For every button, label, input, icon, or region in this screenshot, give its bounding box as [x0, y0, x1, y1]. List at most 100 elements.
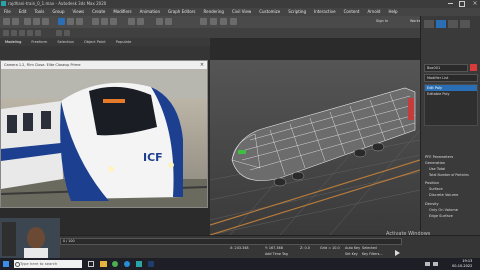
app-logo-icon	[1, 1, 6, 6]
menu-customize[interactable]: Customize	[255, 8, 284, 16]
select-by-name-icon[interactable]	[67, 18, 74, 25]
edge-icon[interactable]	[124, 261, 130, 267]
title-bar: rajdhani-train_0_1.max - Autodesk 3ds Ma…	[0, 0, 480, 8]
tab-selection[interactable]: Selection	[52, 38, 79, 46]
menu-views[interactable]: Views	[69, 8, 89, 16]
y-coordinate[interactable]: Y: 167.368	[265, 246, 283, 250]
select-icon[interactable]	[58, 18, 65, 25]
tab-freeform[interactable]: Freeform	[26, 38, 52, 46]
chrome-icon[interactable]	[112, 261, 118, 267]
auto-key-button[interactable]: Auto Key	[345, 246, 360, 250]
menu-modifiers[interactable]: Modifiers	[109, 8, 135, 16]
rect-select-icon[interactable]	[76, 18, 83, 25]
curve-editor-icon[interactable]	[27, 30, 33, 36]
photoshop-icon[interactable]	[148, 261, 154, 267]
teapot-icon[interactable]	[64, 30, 70, 36]
link-icon[interactable]	[24, 18, 31, 25]
position-label: Position	[425, 181, 439, 185]
slate-icon[interactable]	[56, 30, 62, 36]
volume-icon[interactable]	[433, 262, 438, 266]
key-filters-button[interactable]: Key Filters...	[362, 252, 383, 256]
taskbar-clock[interactable]: 19:13 00-10-2022	[452, 259, 472, 268]
snap-icon[interactable]	[128, 18, 135, 25]
menu-arnold[interactable]: Arnold	[363, 8, 384, 16]
bind-icon[interactable]	[42, 18, 49, 25]
angle-snap-icon[interactable]	[137, 18, 144, 25]
render-frame-icon[interactable]	[230, 18, 237, 25]
menu-edit[interactable]: Edit	[15, 8, 31, 16]
menu-content[interactable]: Content	[340, 8, 364, 16]
density-label: Density	[425, 202, 439, 206]
menu-graph-editors[interactable]: Graph Editors	[164, 8, 199, 16]
toggle-ribbon-icon[interactable]	[19, 30, 25, 36]
render-setup-icon[interactable]	[210, 18, 217, 25]
x-coordinate[interactable]: X: 243.348	[230, 246, 249, 250]
set-key-button[interactable]: Set Key	[345, 252, 358, 256]
rotate-icon[interactable]	[101, 18, 108, 25]
task-view-icon[interactable]	[88, 261, 94, 267]
render-icon[interactable]	[220, 18, 227, 25]
volume-option[interactable]: Discrete Volume	[429, 193, 458, 197]
taskbar-search-input[interactable]: Type here to search	[14, 260, 82, 268]
tab-object-paint[interactable]: Object Paint	[79, 38, 111, 46]
unlink-icon[interactable]	[33, 18, 40, 25]
minimize-icon[interactable]	[448, 3, 453, 4]
align-icon[interactable]	[165, 18, 172, 25]
reference-close-icon[interactable]: ×	[199, 62, 205, 68]
pfe-rollout-title[interactable]: PFE Parameters	[425, 155, 453, 159]
menu-tools[interactable]: Tools	[30, 8, 48, 16]
timeline-bar: 0 / 100 X: 243.348 Y: 167.368 Z: 0.0 Gri…	[0, 235, 480, 259]
search-icon	[15, 262, 20, 267]
3ds-max-icon[interactable]	[136, 261, 142, 267]
move-icon[interactable]	[92, 18, 99, 25]
hierarchy-tab-icon[interactable]	[448, 20, 458, 28]
only-on-volume-option[interactable]: Only On Volume	[429, 208, 458, 212]
menu-civil-view[interactable]: Civil View	[228, 8, 255, 16]
z-coordinate[interactable]: Z: 0.0	[300, 246, 310, 250]
sign-in-button[interactable]: Sign In	[376, 19, 388, 23]
menu-animation[interactable]: Animation	[136, 8, 164, 16]
presenter-face	[0, 218, 60, 258]
motion-tab-icon[interactable]	[460, 20, 470, 28]
ribbon-tabs: Modeling Freeform Selection Object Paint…	[0, 38, 210, 46]
menu-group[interactable]: Group	[48, 8, 68, 16]
play-icon[interactable]	[395, 250, 400, 256]
network-icon	[425, 262, 430, 266]
surface-option[interactable]: Surface	[429, 187, 443, 191]
redo-icon[interactable]	[12, 18, 19, 25]
menu-help[interactable]: Help	[384, 8, 401, 16]
layer-icon[interactable]	[3, 30, 9, 36]
activate-windows-watermark: Activate Windows	[386, 231, 431, 237]
menu-interactive[interactable]: Interactive	[310, 8, 340, 16]
edge-surface-option[interactable]: Edge Surface	[429, 214, 453, 218]
modifier-list-dropdown[interactable]: Modifier List	[424, 74, 478, 82]
modify-tab-icon[interactable]	[436, 20, 446, 28]
undo-icon[interactable]	[3, 18, 10, 25]
windows-start-icon[interactable]	[3, 261, 9, 267]
stack-item-editable-poly[interactable]: Editable Poly	[425, 91, 477, 97]
maximize-icon[interactable]	[459, 1, 465, 7]
schematic-icon[interactable]	[35, 30, 41, 36]
object-name-field[interactable]: Box001	[424, 64, 468, 72]
menu-create[interactable]: Create	[88, 8, 109, 16]
object-color-swatch[interactable]	[470, 64, 477, 71]
file-explorer-icon[interactable]	[100, 261, 107, 267]
scene-explorer-icon[interactable]	[11, 30, 17, 36]
key-mode-selector[interactable]: Selected	[362, 246, 377, 250]
time-slider[interactable]: 0 / 100	[60, 238, 402, 245]
use-total-option[interactable]: Use Total	[429, 167, 445, 171]
scale-icon[interactable]	[110, 18, 117, 25]
add-time-tag-button[interactable]: Add Time Tag	[265, 252, 288, 256]
close-icon[interactable]: ×	[470, 0, 480, 8]
create-tab-icon[interactable]	[424, 20, 434, 28]
total-number-option[interactable]: Total Number of Particles	[429, 173, 469, 177]
mirror-icon[interactable]	[156, 18, 163, 25]
menu-file[interactable]: File	[0, 8, 15, 16]
menu-rendering[interactable]: Rendering	[200, 8, 228, 16]
material-editor-icon[interactable]	[200, 18, 207, 25]
clock-date: 00-10-2022	[452, 263, 473, 268]
tab-populate[interactable]: Populate	[111, 38, 137, 46]
perspective-viewport[interactable]	[210, 60, 420, 235]
menu-scripting[interactable]: Scripting	[284, 8, 310, 16]
tab-modeling[interactable]: Modeling	[0, 38, 26, 46]
